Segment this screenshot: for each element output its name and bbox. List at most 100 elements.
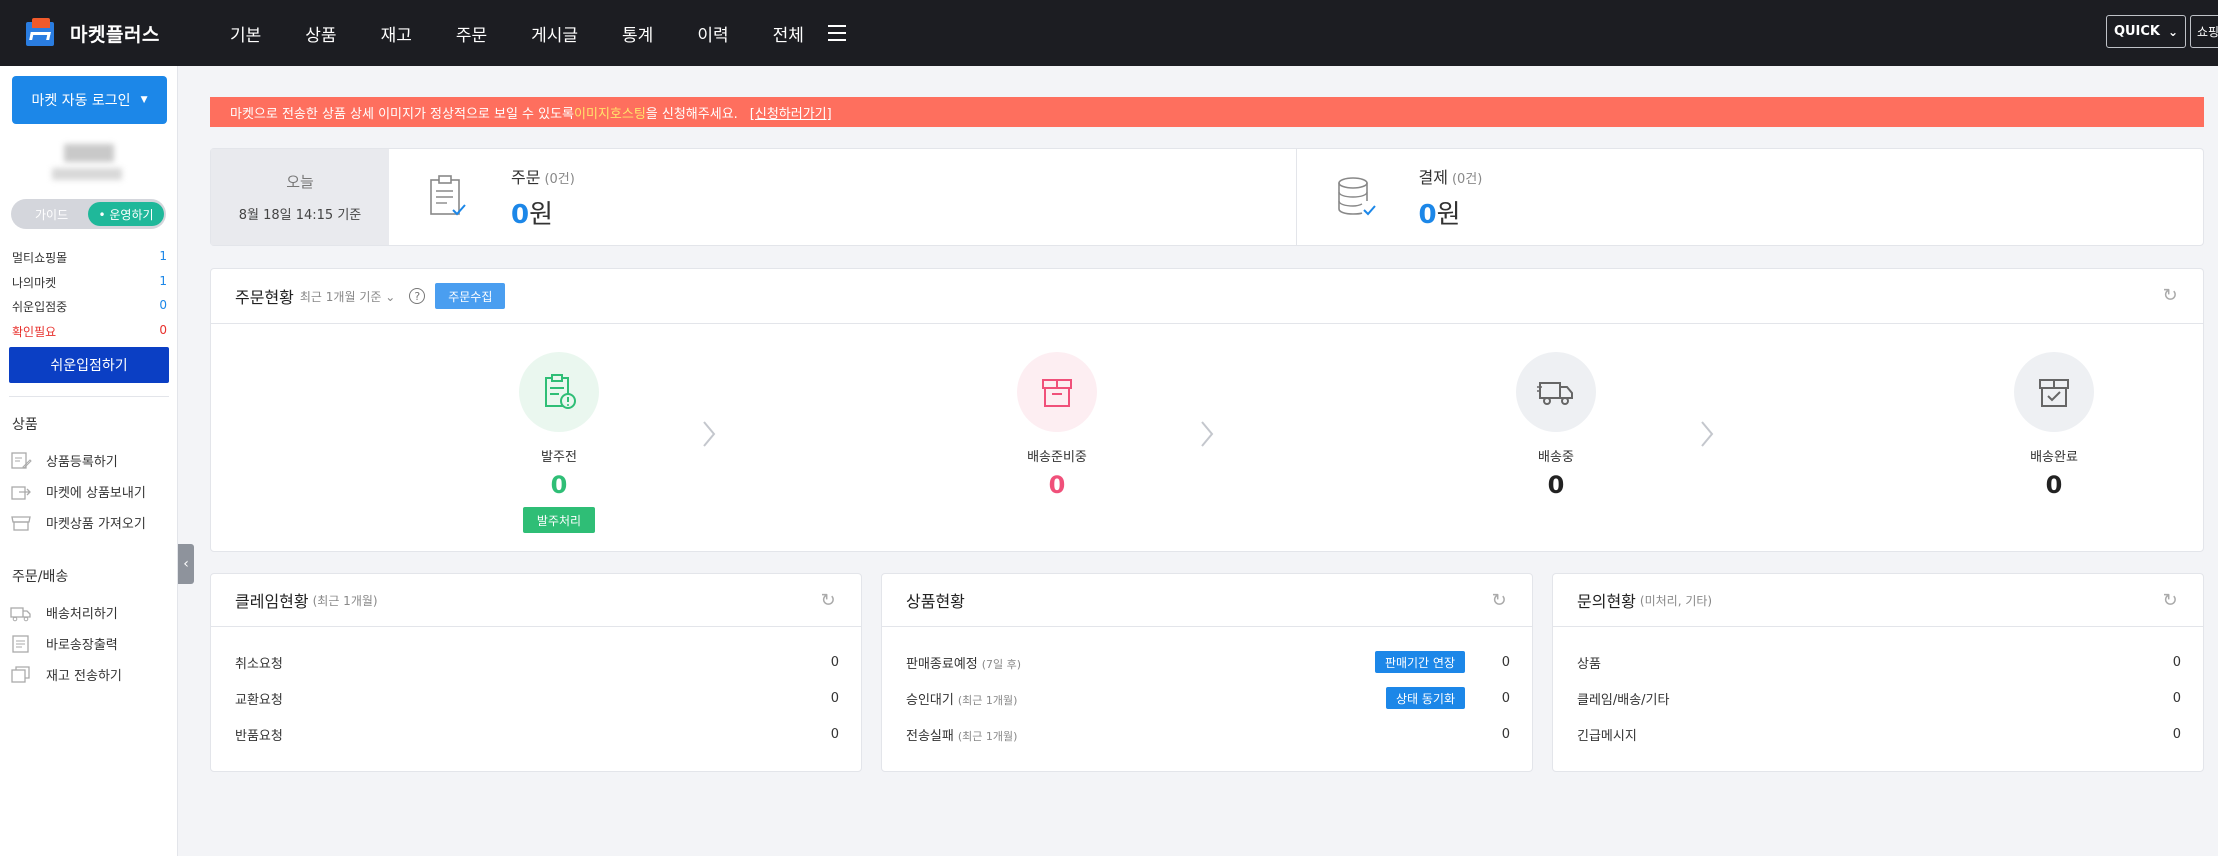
refresh-icon[interactable]: ↻: [819, 592, 837, 610]
quick-dropdown[interactable]: QUICK ⌄: [2106, 15, 2186, 48]
chevron-left-icon: ‹: [183, 556, 189, 572]
list-item[interactable]: 교환요청 0: [235, 686, 839, 710]
list-item[interactable]: 클레임/배송/기타 0: [1577, 686, 2181, 710]
section-title-orders-shipping: 주문/배송: [12, 569, 69, 585]
inventory-send-icon: [11, 665, 30, 683]
row-value: 0: [2172, 654, 2181, 670]
stat-label: 쉬운입점중: [12, 300, 68, 314]
menu-item-history[interactable]: 이력: [697, 21, 728, 46]
extend-sale-period-button[interactable]: 판매기간 연장: [1374, 651, 1465, 673]
list-item[interactable]: 판매종료예정 (7일 후) 판매기간 연장 0: [906, 650, 1510, 674]
step-in-transit[interactable]: 배송중 0: [1456, 352, 1656, 499]
claims-subtitle: (최근 1개월): [312, 593, 378, 608]
list-item[interactable]: 취소요청 0: [235, 650, 839, 674]
refresh-icon[interactable]: ↻: [1490, 592, 1508, 610]
process-order-button[interactable]: 발주처리: [523, 507, 595, 533]
step-circle: [1017, 352, 1097, 432]
sync-status-button[interactable]: 상태 동기화: [1385, 687, 1465, 709]
shop-label: 쇼핑: [2197, 25, 2218, 39]
row-label: 취소요청: [235, 656, 283, 672]
list-item[interactable]: 승인대기 (최근 1개월) 상태 동기화 0: [906, 686, 1510, 710]
row-value: 0: [1501, 654, 1510, 670]
step-count: 0: [1547, 471, 1565, 499]
sidebar-item-send-to-market[interactable]: 마켓에 상품보내기: [10, 482, 146, 501]
chevron-down-icon: ⌄: [385, 289, 396, 304]
section-title-products: 상품: [12, 417, 38, 433]
menu-item-products[interactable]: 상품: [305, 21, 336, 46]
row-value: 0: [1501, 690, 1510, 706]
stat-multi-shop[interactable]: 멀티쇼핑몰 1: [12, 249, 167, 266]
sidebar-item-import-market-products[interactable]: 마켓상품 가져오기: [10, 513, 146, 532]
sidebar-item-print-invoice[interactable]: 바로송장출력: [10, 634, 118, 653]
row-label: 승인대기: [906, 692, 954, 708]
kpi-payments[interactable]: 결제 (0건) 0원: [1295, 149, 2204, 245]
menu-item-orders[interactable]: 주문: [456, 21, 487, 46]
kpi-payments-count: (0건): [1451, 171, 1483, 187]
products-card: 상품현황 ↻ 판매종료예정 (7일 후) 판매기간 연장 0 승인대기 (최근 1개…: [881, 573, 1533, 772]
step-delivered[interactable]: 배송완료 0: [1954, 352, 2154, 499]
refresh-icon[interactable]: ↻: [2161, 592, 2179, 610]
stat-value: 0: [159, 323, 167, 337]
menu-item-all[interactable]: 전체: [773, 21, 804, 46]
invoice-icon: [12, 634, 29, 653]
collect-orders-button[interactable]: 주문수집: [435, 283, 506, 309]
list-item[interactable]: 전송실패 (최근 1개월) 0: [906, 722, 1510, 746]
toggle-run[interactable]: • 운영하기: [88, 202, 164, 226]
top-navbar: 마켓플러스 기본 상품 재고 주문 게시글 통계 이력 전체 QUICK ⌄ 쇼…: [0, 0, 2218, 66]
hamburger-menu-icon[interactable]: [827, 25, 846, 41]
order-status-title: 주문현황: [235, 288, 294, 307]
list-item[interactable]: 상품 0: [1577, 650, 2181, 674]
stat-value: 1: [159, 249, 167, 263]
period-label: 최근 1개월 기준: [299, 289, 382, 304]
banner-text-before: 마켓으로 전송한 상품 상세 이미지가 정상적으로 보일 수 있도록: [230, 106, 575, 122]
stat-my-market[interactable]: 나의마켓 1: [12, 274, 167, 291]
stat-needs-check[interactable]: 확인필요 0: [12, 323, 167, 340]
help-icon[interactable]: ?: [409, 288, 426, 304]
mode-toggle[interactable]: 가이드 • 운영하기: [11, 199, 166, 229]
sidebar-item-process-shipping[interactable]: 배송처리하기: [10, 603, 118, 622]
step-preparing-shipment[interactable]: 배송준비중 0: [957, 352, 1157, 499]
sidebar-collapse-button[interactable]: ‹: [178, 544, 194, 584]
sidebar-item-label: 마켓에 상품보내기: [46, 486, 146, 501]
step-count: 0: [550, 471, 568, 499]
stat-value: 0: [159, 298, 167, 312]
menu-item-posts[interactable]: 게시글: [531, 21, 578, 46]
stat-easy-entry[interactable]: 쉬운입점중 0: [12, 298, 167, 315]
kpi-orders[interactable]: 주문 (0건) 0원: [389, 149, 1296, 245]
logo-text: 마켓플러스: [70, 23, 160, 46]
market-auto-login-button[interactable]: 마켓 자동 로그인 ▼: [12, 76, 167, 124]
step-before-ordering[interactable]: 발주전 0 발주처리: [459, 352, 659, 533]
menu-item-stats[interactable]: 통계: [622, 21, 653, 46]
row-label: 클레임/배송/기타: [1577, 692, 1670, 708]
list-item[interactable]: 반품요청 0: [235, 722, 839, 746]
easy-entry-button[interactable]: 쉬운입점하기: [9, 347, 169, 383]
stat-label: 나의마켓: [12, 276, 57, 290]
logo[interactable]: 마켓플러스: [26, 18, 206, 48]
claims-header: 클레임현황 (최근 1개월) ↻: [211, 574, 861, 627]
sidebar-item-send-inventory[interactable]: 재고 전송하기: [10, 665, 122, 684]
refresh-icon[interactable]: ↻: [2161, 287, 2179, 305]
step-name: 배송완료: [2030, 450, 2078, 465]
chevron-right-icon: [1701, 421, 1714, 447]
sidebar-item-label: 배송처리하기: [46, 607, 118, 622]
shop-button[interactable]: 쇼핑: [2190, 15, 2218, 48]
row-sub: (최근 1개월): [957, 693, 1018, 707]
period-dropdown[interactable]: 최근 1개월 기준 ⌄: [300, 288, 395, 305]
order-status-header: 주문현황 최근 1개월 기준 ⌄ ? 주문수집 ↻: [211, 269, 2203, 324]
sidebar-item-register-product[interactable]: 상품등록하기: [10, 451, 118, 470]
step-name: 배송준비중: [1027, 450, 1087, 465]
toggle-guide[interactable]: 가이드: [35, 206, 68, 223]
menu-item-basic[interactable]: 기본: [230, 21, 261, 46]
package-icon: [1042, 379, 1072, 407]
delivery-truck-icon: [1537, 382, 1573, 405]
kpi-payments-amount: 0: [1418, 199, 1437, 230]
step-circle: [1516, 352, 1596, 432]
banner-text-after: 을 신청해주세요.: [645, 106, 738, 122]
list-item[interactable]: 긴급메시지 0: [1577, 722, 2181, 746]
menu-item-inventory[interactable]: 재고: [381, 21, 412, 46]
export-icon: [11, 485, 31, 500]
clipboard-check-icon: [430, 175, 466, 216]
row-label: 판매종료예정: [906, 656, 978, 672]
banner-apply-link[interactable]: [신청하러가기]: [750, 103, 832, 122]
chevron-right-icon: [1201, 421, 1214, 447]
